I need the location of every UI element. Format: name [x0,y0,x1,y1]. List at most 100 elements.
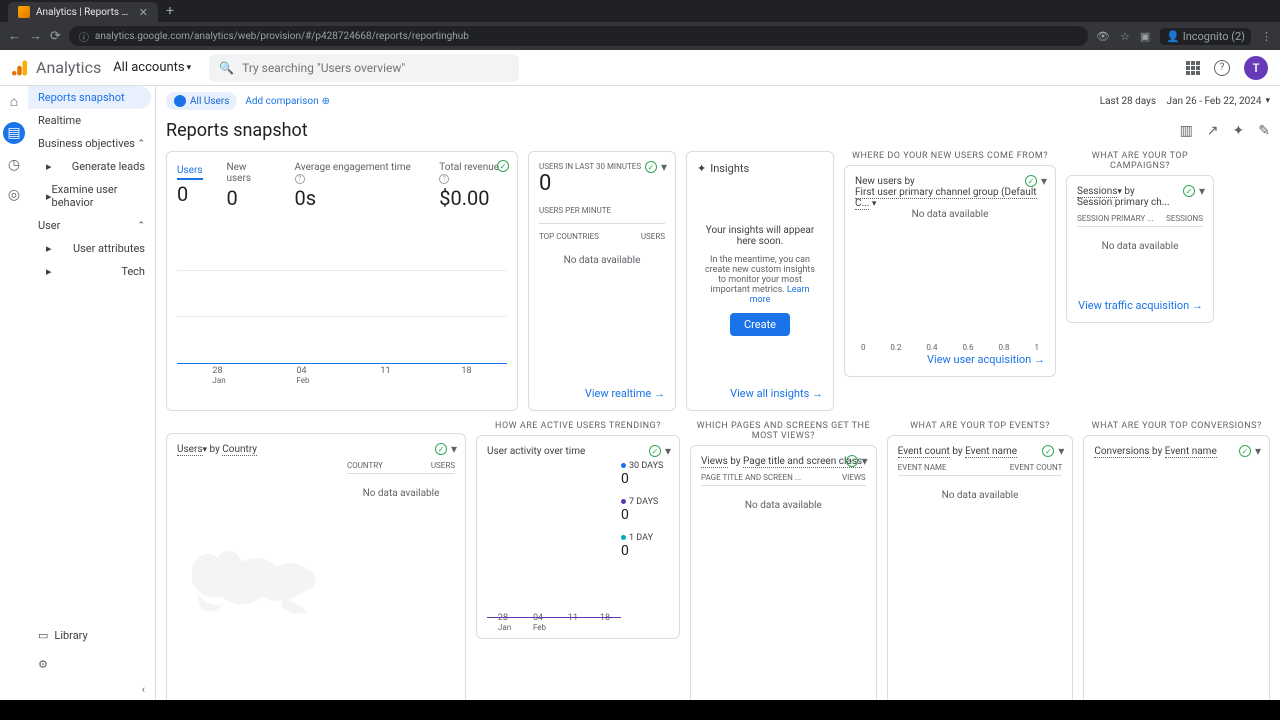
incognito-badge: 👤 Incognito (2) [1160,28,1251,45]
countries-title[interactable]: Users▾ by Country [177,444,455,455]
search-box[interactable]: 🔍 [209,54,519,82]
check-icon[interactable]: ✓ [1183,185,1195,197]
sidebar-business-objectives[interactable]: Business objectives ⌃ [28,132,155,155]
view-traffic-link[interactable]: View traffic acquisition [1078,299,1203,312]
sidebar-generate-leads[interactable]: ▸ Generate leads [28,155,155,178]
section-pages: WHICH PAGES AND SCREENS GET THE MOST VIE… [690,421,877,441]
sidebar-user[interactable]: User ⌃ [28,214,155,237]
card-insights: ✦Insights Your insights will appear here… [686,151,834,411]
account-selector[interactable]: All accounts ▾ [113,60,191,75]
metric-revenue-value: $0.00 [439,186,507,210]
browser-tab[interactable]: Analytics | Reports snapshot ✕ [8,2,158,22]
card-menu[interactable]: ▾ [665,444,671,458]
card-menu[interactable]: ▾ [1255,444,1261,458]
browser-menu-button[interactable]: ⋮ [1261,30,1272,43]
check-icon[interactable]: ✓ [1025,175,1037,187]
view-acquisition-link[interactable]: View user acquisition [927,353,1045,366]
product-name: Analytics [36,58,101,77]
rail-reports[interactable]: ▤ [3,122,25,144]
sidebar-examine-behavior[interactable]: ▸ Examine user behavior [28,178,155,214]
card-new-users: ✓▾ New users by First user primary chann… [844,165,1056,377]
sidebar-tech[interactable]: ▸ Tech [28,260,155,283]
rail-home[interactable]: ⌂ [5,92,23,110]
os-taskbar [0,700,1280,720]
info-icon[interactable]: ? [295,174,305,184]
bookmark-icon[interactable]: ☆ [1120,30,1130,43]
insights-lead: Your insights will appear here soon. [701,225,819,247]
site-info-icon[interactable]: ⓘ [79,29,89,44]
check-icon[interactable]: ✓ [649,445,661,457]
help-icon[interactable]: ? [1214,60,1230,76]
chevron-up-icon: ⌃ [137,221,145,231]
metric-users-tab[interactable]: Users [177,165,203,180]
card-overview: ✓ Users0 New users0 Average engagement t… [166,151,518,411]
tab-close-icon[interactable]: ✕ [139,6,148,19]
realtime-per-minute: USERS PER MINUTE [539,206,665,215]
card-menu[interactable]: ▾ [661,160,667,174]
new-users-dimension[interactable]: First user primary channel group (Defaul… [855,187,1045,209]
chevron-down-icon: ▾ [187,63,192,73]
edit-icon[interactable]: ✎ [1258,123,1270,139]
tab-title: Analytics | Reports snapshot [36,7,133,18]
card-menu[interactable]: ▾ [451,442,457,456]
logo[interactable]: Analytics [12,58,101,77]
apps-icon[interactable] [1186,61,1200,75]
sidebar-realtime[interactable]: Realtime [28,109,155,132]
eye-slash-icon[interactable]: 👁 [1096,30,1110,43]
url-text: analytics.google.com/analytics/web/provi… [95,31,469,42]
search-input[interactable] [242,61,509,75]
view-realtime-link[interactable]: View realtime [585,387,665,400]
url-bar[interactable]: ⓘ analytics.google.com/analytics/web/pro… [69,26,1088,46]
card-menu[interactable]: ▾ [1041,174,1047,188]
check-icon[interactable]: ✓ [846,455,858,467]
section-activity: HOW ARE ACTIVE USERS TRENDING? [476,421,680,431]
date-range-picker[interactable]: Last 28 days Jan 26 - Feb 22, 2024 ▾ [1100,96,1270,107]
metric-users-value: 0 [177,182,203,206]
app-header: Analytics All accounts ▾ 🔍 ? T [0,50,1280,86]
realtime-no-data: No data available [539,241,665,280]
sidebar-user-attributes[interactable]: ▸ User attributes [28,237,155,260]
sidebar-reports-snapshot[interactable]: Reports snapshot [28,86,151,109]
create-insight-button[interactable]: Create [730,313,790,336]
card-countries: ✓▾ Users▾ by Country COUNTRYUSERS No dat… [166,433,466,700]
card-menu[interactable]: ▾ [1058,444,1064,458]
customize-icon[interactable]: ▥ [1180,123,1193,139]
rail-explore[interactable]: ◷ [5,156,23,174]
card-pages: ✓▾ Views by Page title and screen class … [690,445,877,700]
sidebar-admin[interactable]: ⚙ [28,650,155,679]
section-new-users: WHERE DO YOUR NEW USERS COME FROM? [844,151,1056,161]
share-icon[interactable]: ↗ [1207,123,1219,139]
check-icon[interactable]: ✓ [1239,445,1251,457]
metric-new-users-tab[interactable]: New users [227,162,271,184]
extension-icon[interactable]: ▣ [1140,30,1150,43]
audience-chip[interactable]: All Users [166,92,237,110]
info-icon[interactable]: ? [439,174,449,184]
check-icon[interactable]: ✓ [1042,445,1054,457]
check-icon[interactable]: ✓ [497,160,509,172]
nav-reload-button[interactable]: ⟳ [50,29,61,44]
avatar[interactable]: T [1244,56,1268,80]
sidebar-library[interactable]: ▭ Library [28,621,155,650]
check-icon[interactable]: ✓ [645,161,657,173]
new-tab-button[interactable]: + [166,3,174,19]
countries-no-data: No data available [347,474,455,513]
realtime-value: 0 [539,171,665,196]
conversions-title[interactable]: Conversions by Event name [1094,446,1259,457]
card-menu[interactable]: ▾ [862,454,868,468]
sidebar-collapse-button[interactable]: ‹ [28,679,155,700]
rail-advertising[interactable]: ◎ [5,186,23,204]
events-title[interactable]: Event count by Event name [898,446,1063,457]
card-menu[interactable]: ▾ [1199,184,1205,198]
view-insights-link[interactable]: View all insights [730,387,823,400]
favicon-icon [18,6,30,18]
insights-spark-icon[interactable]: ✦ [1233,123,1245,139]
add-comparison-button[interactable]: Add comparison ⊕ [245,96,330,107]
nav-back-button[interactable]: ← [8,28,21,44]
metric-engagement-tab[interactable]: Average engagement time ? [295,162,416,184]
pages-title[interactable]: Views by Page title and screen class [701,456,866,467]
check-icon[interactable]: ✓ [435,443,447,455]
overview-chart-xlabels: 28Jan 04Feb 11 18 [177,364,507,385]
sidebar: Reports snapshot Realtime Business objec… [28,86,156,700]
users-icon [174,95,186,107]
nav-forward-button[interactable]: → [29,28,42,44]
